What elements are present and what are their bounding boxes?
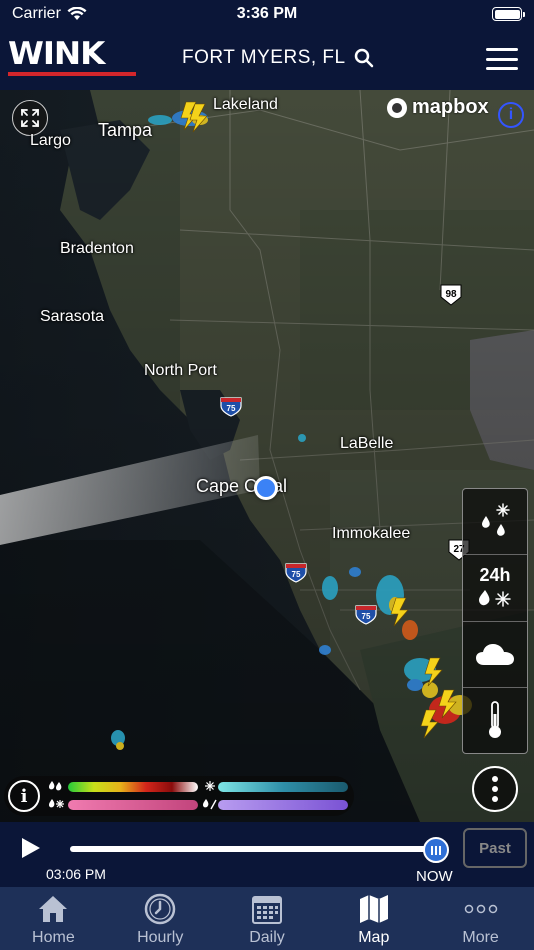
- place-label: Lakeland: [213, 96, 278, 113]
- more-icon: [464, 904, 497, 914]
- precipitation-legend: i: [4, 776, 354, 816]
- temperature-layer-button[interactable]: [463, 688, 527, 753]
- tab-hourly[interactable]: Hourly: [107, 887, 214, 950]
- home-icon: [39, 896, 68, 922]
- tab-more[interactable]: More: [427, 887, 534, 950]
- svg-text:75: 75: [292, 570, 301, 579]
- tab-daily[interactable]: Daily: [214, 887, 321, 950]
- tab-label: Map: [358, 929, 390, 946]
- place-label: Largo: [30, 132, 71, 149]
- svg-text:75: 75: [362, 612, 371, 621]
- logo-underline: [8, 72, 136, 76]
- svg-text:98: 98: [445, 289, 457, 300]
- expand-icon: [21, 109, 39, 127]
- thermometer-icon: [489, 701, 501, 739]
- fullscreen-button[interactable]: [12, 100, 48, 136]
- radar-map[interactable]: mapbox i Lakeland Tampa Largo Bradenton …: [0, 90, 534, 822]
- precipitation-layer-button[interactable]: [463, 489, 527, 556]
- battery-icon: [492, 7, 525, 21]
- logo-text: WINK: [8, 36, 105, 72]
- tab-map[interactable]: Map: [320, 887, 427, 950]
- interstate-shield: 75: [285, 563, 307, 583]
- interstate-shield: 75: [220, 397, 242, 417]
- rain-snow-accum-icon: [479, 590, 511, 608]
- cloud-layer-button[interactable]: [463, 622, 527, 688]
- snow-icon: [205, 781, 215, 791]
- mix-scale-bar: [68, 800, 198, 810]
- past-button[interactable]: Past: [463, 828, 527, 868]
- map-icon: [359, 895, 388, 923]
- interstate-shield: 75: [355, 605, 377, 625]
- map-terrain: [0, 90, 534, 822]
- place-label: Bradenton: [60, 240, 134, 257]
- mix-icon: [49, 799, 64, 808]
- cloud-icon: [476, 644, 514, 666]
- place-label: Tampa: [98, 120, 153, 140]
- search-icon: [354, 48, 373, 68]
- ice-scale-bar: [218, 800, 348, 810]
- status-bar: Carrier 3:36 PM: [0, 0, 534, 28]
- current-location-marker[interactable]: [254, 476, 278, 500]
- tab-label: Home: [32, 929, 75, 946]
- location-label: FORT MYERS, FL: [182, 47, 346, 68]
- place-label: North Port: [144, 362, 217, 379]
- clock-icon: [144, 893, 176, 925]
- place-label: LaBelle: [340, 435, 394, 452]
- place-label: Immokalee: [332, 525, 411, 542]
- wink-logo[interactable]: WINK: [8, 38, 136, 78]
- timeline-track[interactable]: [70, 846, 436, 852]
- rain-snow-icon: [482, 502, 510, 536]
- rain-icon: [49, 781, 62, 791]
- ice-icon: [203, 799, 217, 810]
- calendar-icon: [251, 896, 282, 924]
- tab-home[interactable]: Home: [0, 887, 107, 950]
- frame-time: 03:06 PM: [46, 866, 106, 882]
- radar-timeline: 03:06 PM NOW Past: [0, 822, 534, 887]
- vertical-dots-icon: [492, 776, 498, 802]
- app-header: WINK FORT MYERS, FL: [0, 28, 534, 90]
- more-options-button[interactable]: [472, 766, 518, 812]
- mapbox-logo[interactable]: mapbox: [386, 96, 489, 119]
- place-label: Sarasota: [40, 308, 105, 325]
- tab-label: Hourly: [137, 929, 184, 946]
- mapbox-icon: [387, 97, 407, 118]
- timeline-scrubber[interactable]: [423, 837, 449, 863]
- map-info-button[interactable]: i: [498, 102, 524, 128]
- rain-scale-bar: [68, 782, 198, 792]
- tab-label: Daily: [249, 929, 285, 946]
- legend-info-button[interactable]: i: [8, 780, 40, 812]
- tab-label: More: [462, 929, 499, 946]
- us-highway-shield: 98: [440, 284, 462, 306]
- layer-panel: 24h: [462, 488, 528, 754]
- play-icon[interactable]: [22, 838, 40, 858]
- location-search[interactable]: FORT MYERS, FL: [182, 47, 374, 69]
- tab-bar: Home Hourly Daily Map More: [0, 887, 534, 950]
- snow-scale-bar: [218, 782, 348, 792]
- svg-text:75: 75: [227, 404, 236, 413]
- menu-icon[interactable]: [486, 48, 518, 70]
- accumulation-24h-button[interactable]: 24h: [463, 555, 527, 622]
- mapbox-label: mapbox: [412, 96, 489, 118]
- now-label: NOW: [416, 868, 453, 885]
- duration-label: 24h: [479, 565, 511, 586]
- status-time: 3:36 PM: [236, 5, 298, 22]
